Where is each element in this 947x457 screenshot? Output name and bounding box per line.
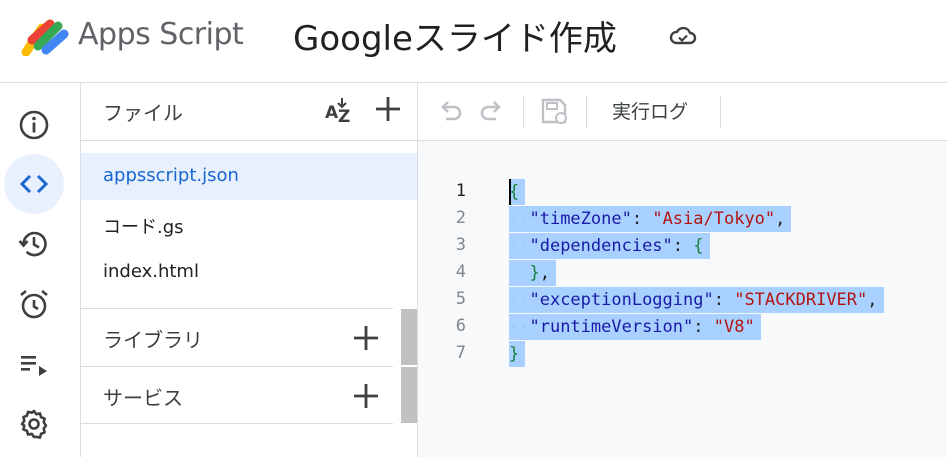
code-token: { <box>693 236 704 256</box>
add-service-icon[interactable] <box>349 379 383 413</box>
code-icon <box>19 174 49 194</box>
code-token: : <box>713 290 735 310</box>
code-token: } <box>529 263 540 283</box>
code-token: , <box>539 263 550 283</box>
svg-text:A: A <box>325 103 339 123</box>
info-icon <box>19 110 49 140</box>
code-line: ··}, <box>509 260 556 286</box>
save-icon[interactable] <box>538 95 570 127</box>
line-number: 2 <box>455 208 466 228</box>
text-cursor <box>509 179 511 205</box>
file-label: index.html <box>103 261 199 282</box>
code-token: ·· <box>509 290 530 310</box>
toolbar-divider <box>523 96 524 128</box>
file-panel-header: ファイル A Z <box>81 83 417 141</box>
code-token: ·· <box>509 317 530 337</box>
libraries-section[interactable]: ライブラリ <box>81 308 393 366</box>
code-token: ·· <box>509 209 530 229</box>
file-item-appsscript-json[interactable]: appsscript.json <box>81 153 417 200</box>
cloud-done-icon <box>669 26 697 45</box>
file-item-index-html[interactable]: index.html <box>81 249 417 296</box>
line-number: 4 <box>455 262 466 282</box>
editor-button[interactable] <box>4 154 64 214</box>
line-number: 1 <box>455 181 466 201</box>
file-panel: ファイル A Z appsscript.json コード.gs index.ht… <box>81 83 418 457</box>
redo-icon[interactable] <box>476 95 508 127</box>
code-line: ··"timeZone": "Asia/Tokyo", <box>509 206 792 232</box>
project-title[interactable]: Googleスライド作成 <box>293 11 617 60</box>
code-token: "timeZone" <box>529 209 632 229</box>
code-token: : <box>672 236 694 256</box>
code-token: "runtimeVersion" <box>529 317 694 337</box>
code-line: ··"runtimeVersion": "V8" <box>509 314 761 340</box>
alarm-clock-icon <box>20 289 48 319</box>
playlist-play-icon <box>21 356 47 376</box>
code-token: "V8" <box>713 317 755 337</box>
code-line: ··"dependencies": { <box>509 233 710 259</box>
add-file-icon[interactable] <box>371 92 405 126</box>
code-token: } <box>509 344 520 364</box>
code-line: ··"exceptionLogging": "STACKDRIVER", <box>509 287 884 313</box>
history-icon <box>18 231 47 257</box>
apps-script-logo-icon[interactable] <box>20 16 70 56</box>
undo-icon[interactable] <box>434 95 466 127</box>
line-number: 3 <box>455 235 466 255</box>
svg-text:Z: Z <box>338 107 350 127</box>
code-token: "STACKDRIVER" <box>734 290 868 310</box>
execution-log-button[interactable]: 実行ログ <box>612 97 688 124</box>
code-token: : <box>693 317 714 337</box>
line-number: 6 <box>455 316 466 336</box>
line-number: 7 <box>455 343 466 363</box>
code-line: { <box>509 179 526 205</box>
divider <box>81 423 393 424</box>
code-token: "Asia/Tokyo" <box>652 209 776 229</box>
toolbar-divider <box>720 96 721 128</box>
code-token: "exceptionLogging" <box>529 290 714 310</box>
libraries-label: ライブラリ <box>103 328 203 352</box>
code-line: } <box>509 341 526 367</box>
executions-button[interactable] <box>4 214 64 274</box>
triggers-button[interactable] <box>4 274 64 334</box>
files-title: ファイル <box>103 101 183 125</box>
code-token: , <box>867 290 878 310</box>
settings-button[interactable] <box>4 394 64 454</box>
code-token: : <box>631 209 653 229</box>
code-token: ·· <box>509 236 530 256</box>
file-item-code-gs[interactable]: コード.gs <box>81 201 417 248</box>
code-token: "dependencies" <box>529 236 673 256</box>
file-label: コード.gs <box>103 217 184 238</box>
add-library-icon[interactable] <box>349 321 383 355</box>
code-editor[interactable]: 1 2 3 4 5 6 7 { ··"timeZone": "Asia/Toky… <box>418 141 947 457</box>
top-bar: Apps Script Googleスライド作成 <box>0 0 947 83</box>
file-label: appsscript.json <box>103 165 239 186</box>
line-number: 5 <box>455 289 466 309</box>
scrollbar-thumb[interactable] <box>401 367 417 423</box>
overview-button[interactable] <box>4 95 64 155</box>
left-nav-rail <box>0 83 81 457</box>
executions-list-button[interactable] <box>4 334 64 394</box>
services-label: サービス <box>103 386 183 410</box>
editor-toolbar: 実行ログ <box>418 83 947 141</box>
sort-az-icon[interactable]: A Z <box>324 94 358 128</box>
gear-icon <box>20 409 48 439</box>
app-name: Apps Script <box>78 17 244 52</box>
code-token: ·· <box>509 263 530 283</box>
code-token: , <box>775 209 786 229</box>
toolbar-divider <box>586 96 587 128</box>
services-section[interactable]: サービス <box>81 366 393 424</box>
scrollbar-thumb[interactable] <box>401 309 417 365</box>
